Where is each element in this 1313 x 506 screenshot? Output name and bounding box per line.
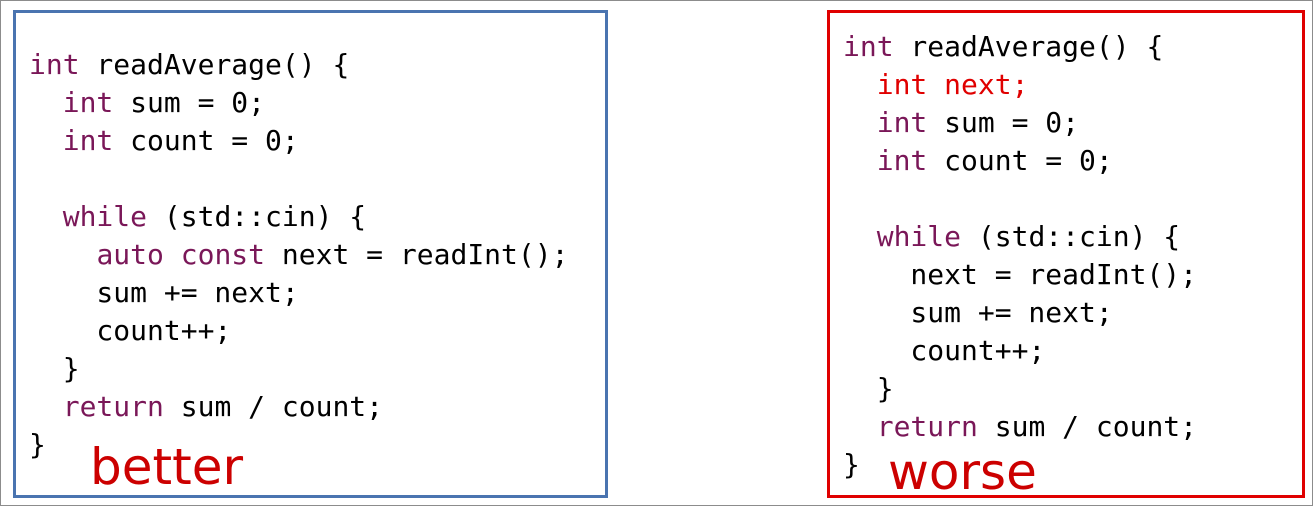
code-text: }	[29, 428, 46, 461]
code-keyword: int	[62, 86, 114, 119]
code-line: count++;	[843, 332, 1197, 370]
code-line: sum += next;	[29, 274, 568, 312]
code-line: return sum / count;	[843, 408, 1197, 446]
code-keyword: while	[62, 200, 148, 233]
better-code-block: int readAverage() { int sum = 0; int cou…	[29, 46, 568, 464]
code-text: }	[843, 448, 860, 481]
code-line: count++;	[29, 312, 568, 350]
code-text: }	[843, 372, 894, 405]
code-text: }	[29, 352, 80, 385]
better-code-panel: int readAverage() { int sum = 0; int cou…	[13, 10, 608, 498]
code-line: int readAverage() {	[29, 46, 568, 84]
code-text: count = 0;	[927, 144, 1113, 177]
code-line: int count = 0;	[843, 142, 1197, 180]
code-keyword: int	[843, 30, 894, 63]
code-line: int next;	[843, 66, 1197, 104]
code-text: count++;	[843, 334, 1046, 367]
code-text: sum / count;	[163, 390, 384, 423]
code-keyword: while	[876, 220, 962, 253]
code-text: readAverage() {	[79, 48, 350, 81]
code-text: sum += next;	[843, 296, 1113, 329]
code-text: next = readInt();	[265, 238, 569, 271]
code-line: while (std::cin) {	[29, 198, 568, 236]
code-keyword: int	[29, 48, 80, 81]
code-keyword: const	[180, 238, 266, 271]
code-line: int sum = 0;	[29, 84, 568, 122]
code-keyword: return	[62, 390, 164, 423]
worse-code-block: int readAverage() { int next; int sum = …	[843, 28, 1197, 484]
code-keyword: auto	[96, 238, 164, 271]
code-text: sum = 0;	[927, 106, 1080, 139]
code-text: sum / count;	[977, 410, 1198, 443]
worse-label: worse	[888, 443, 1037, 501]
code-keyword: return	[876, 410, 978, 443]
code-text: (std::cin) {	[961, 220, 1181, 253]
code-text: readAverage() {	[893, 30, 1164, 63]
code-text: sum = 0;	[113, 86, 266, 119]
code-text: (std::cin) {	[147, 200, 367, 233]
code-text: count++;	[29, 314, 232, 347]
code-text: count = 0;	[113, 124, 299, 157]
code-line: int readAverage() {	[843, 28, 1197, 66]
code-line: next = readInt();	[843, 256, 1197, 294]
code-text: next = readInt();	[843, 258, 1198, 291]
code-line: sum += next;	[843, 294, 1197, 332]
code-keyword: int	[62, 124, 114, 157]
worse-code-panel: int readAverage() { int next; int sum = …	[827, 10, 1305, 501]
code-text: sum += next;	[29, 276, 299, 309]
code-line: }	[29, 350, 568, 388]
code-keyword: int	[876, 144, 928, 177]
code-line: auto const next = readInt();	[29, 236, 568, 274]
code-keyword: int	[876, 106, 928, 139]
code-line: while (std::cin) {	[843, 218, 1197, 256]
code-line: int sum = 0;	[843, 104, 1197, 142]
code-line: }	[843, 370, 1197, 408]
better-label: better	[90, 438, 244, 496]
code-line: return sum / count;	[29, 388, 568, 426]
code-highlight: int next;	[876, 68, 1029, 101]
code-line: int count = 0;	[29, 122, 568, 160]
